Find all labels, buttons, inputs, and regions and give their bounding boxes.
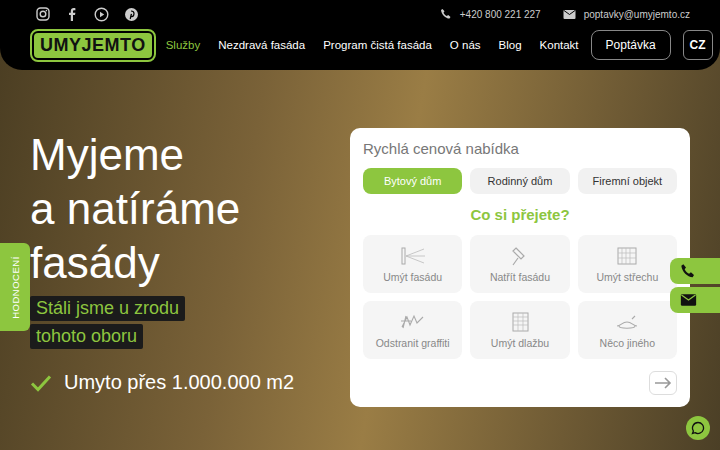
email-icon: [680, 293, 697, 307]
service-icon: [505, 245, 535, 267]
instagram-icon[interactable]: [36, 7, 50, 21]
chat-button[interactable]: [686, 416, 710, 440]
hero-tag: Stáli jsme u zrodu: [30, 296, 185, 321]
building-tab[interactable]: Rodinný dům: [470, 168, 569, 194]
phone-button[interactable]: [670, 258, 720, 284]
pinterest-icon[interactable]: [124, 7, 139, 22]
service-option[interactable]: Umýt fasádu: [363, 235, 462, 293]
building-tabs: Bytový dům Rodinný dům Firemní objekt: [363, 168, 677, 194]
logo[interactable]: UMYJEMTO: [32, 31, 154, 60]
check-icon: [30, 374, 52, 392]
service-option[interactable]: Umýt dlažbu: [470, 301, 569, 359]
facebook-icon[interactable]: [65, 7, 79, 21]
phone-icon: [440, 8, 452, 20]
nav-item[interactable]: Kontakt: [540, 39, 579, 51]
service-icon: [398, 311, 428, 333]
youtube-icon[interactable]: [94, 7, 109, 22]
nav-item[interactable]: Program čistá fasáda: [323, 39, 432, 51]
service-option[interactable]: Natřít fasádu: [470, 235, 569, 293]
hero-highlight: Umyto přes 1.000.000 m2: [30, 371, 320, 394]
building-tab[interactable]: Firemní objekt: [578, 168, 677, 194]
nav-item[interactable]: O nás: [450, 39, 481, 51]
nav-item[interactable]: Nezdravá fasáda: [218, 39, 305, 51]
service-icon: [505, 311, 535, 333]
service-icon: [612, 245, 642, 267]
service-option[interactable]: Něco jiného: [578, 301, 677, 359]
card-title: Rychlá cenová nabídka: [363, 140, 677, 157]
nav-item[interactable]: Služby: [166, 39, 201, 51]
arrow-right-icon: [654, 377, 672, 389]
email-link[interactable]: poptavky@umyjemto.cz: [563, 9, 690, 20]
building-tab[interactable]: Bytový dům: [363, 168, 462, 194]
email-icon: [563, 9, 576, 20]
hero-tag: tohoto oboru: [30, 324, 143, 349]
service-option[interactable]: Umýt střechu: [578, 235, 677, 293]
phone-link[interactable]: +420 800 221 227: [440, 8, 541, 20]
email-button[interactable]: [670, 287, 720, 313]
service-option[interactable]: Odstranit graffiti: [363, 301, 462, 359]
chat-icon: [691, 421, 705, 435]
header: +420 800 221 227 poptavky@umyjemto.cz UM…: [0, 0, 720, 70]
social-links: [30, 7, 139, 22]
question: Co si přejete?: [363, 206, 677, 223]
nav-item[interactable]: Blog: [499, 39, 522, 51]
phone-icon: [680, 263, 696, 279]
quote-card: Rychlá cenová nabídka Bytový dům Rodinný …: [350, 128, 690, 407]
main-nav: Služby Nezdravá fasáda Program čistá fasád…: [166, 39, 579, 51]
service-icon: [398, 245, 428, 267]
next-button[interactable]: [649, 371, 677, 395]
hero-title: Myjemea natírámefasády: [30, 128, 320, 290]
reviews-tab[interactable]: HODNOCENÍ: [0, 243, 30, 331]
service-icon: [612, 311, 642, 333]
page: +420 800 221 227 poptavky@umyjemto.cz UM…: [0, 0, 720, 450]
poptavka-button[interactable]: Poptávka: [591, 30, 671, 60]
language-button[interactable]: CZ: [683, 30, 713, 60]
